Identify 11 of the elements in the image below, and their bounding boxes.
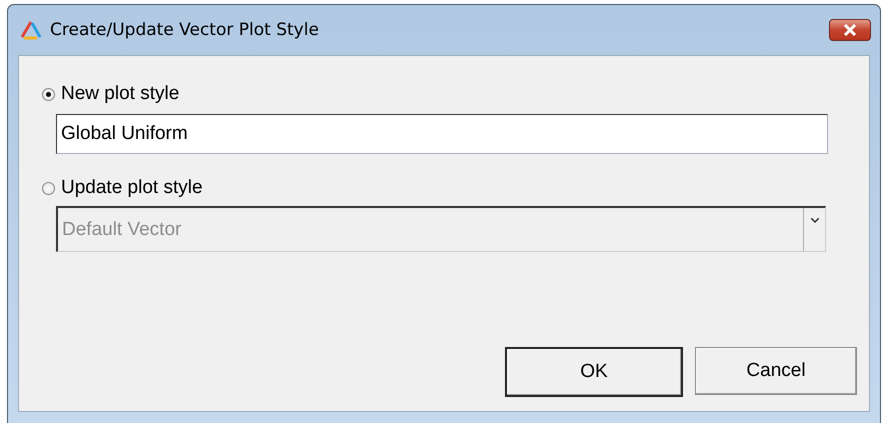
radio-label: New plot style [61,83,180,105]
window-title: Create/Update Vector Plot Style [50,20,320,40]
radio-button[interactable] [42,88,55,100]
dialog-button[interactable]: Cancel [695,347,857,395]
close-button[interactable] [829,19,871,41]
caret-icon [810,218,818,223]
radio-label: Update plot style [61,177,203,199]
close-icon [843,24,857,36]
name-field[interactable]: Global Uniform [56,114,828,154]
dialog-button[interactable]: OK [505,347,683,397]
triangle-logo-icon [20,20,42,40]
